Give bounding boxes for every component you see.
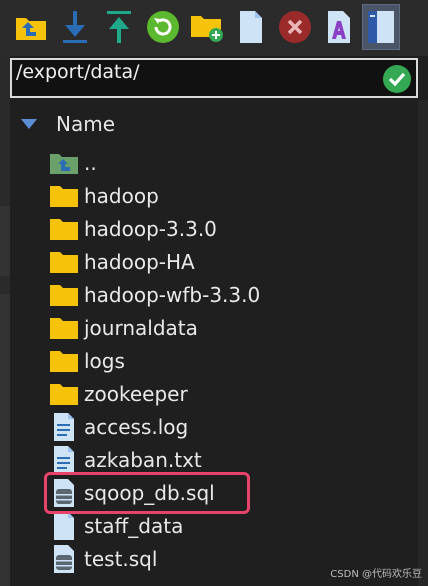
new-folder-button[interactable] <box>188 4 226 50</box>
new-file-icon <box>240 11 262 43</box>
path-bar <box>10 58 418 98</box>
sort-descending-icon <box>21 119 37 129</box>
folder-up-icon <box>16 18 46 40</box>
file-name: test.sql <box>84 546 158 571</box>
file-name: .. <box>84 150 97 175</box>
file-name: zookeeper <box>84 381 188 406</box>
list-item[interactable]: journaldata <box>46 311 416 344</box>
toolbar <box>0 0 428 56</box>
refresh-button[interactable] <box>144 4 182 50</box>
panel-icon <box>368 11 394 43</box>
rename-button[interactable] <box>320 4 358 50</box>
list-item[interactable]: logs <box>46 344 416 377</box>
file-name: hadoop-wfb-3.3.0 <box>84 282 261 307</box>
list-item[interactable]: hadoop <box>46 179 416 212</box>
file-name: hadoop-HA <box>84 249 195 274</box>
column-header-name[interactable]: Name <box>10 104 418 144</box>
folder-icon <box>48 247 80 277</box>
path-input[interactable] <box>12 61 416 83</box>
upload-icon <box>107 11 131 43</box>
download-icon <box>63 11 87 43</box>
list-item[interactable]: hadoop-3.3.0 <box>46 212 416 245</box>
text-file-icon <box>48 445 80 475</box>
delete-button[interactable] <box>276 4 314 50</box>
new-file-button[interactable] <box>232 4 270 50</box>
toggle-panel-button[interactable] <box>362 4 400 50</box>
new-folder-icon <box>191 16 223 42</box>
scrollbar-track[interactable] <box>418 100 428 586</box>
blank-file-icon <box>48 511 80 541</box>
name-column-label: Name <box>56 112 116 136</box>
confirm-path-icon[interactable] <box>382 64 412 94</box>
database-file-icon <box>48 544 80 574</box>
rename-icon <box>328 11 350 43</box>
file-name: logs <box>84 348 125 373</box>
list-item[interactable]: hadoop-wfb-3.3.0 <box>46 278 416 311</box>
upload-button[interactable] <box>100 4 138 50</box>
file-name: journaldata <box>84 315 198 340</box>
refresh-icon <box>147 11 179 43</box>
watermark: CSDN @代码欢乐豆 <box>330 569 422 580</box>
list-item[interactable]: .. <box>46 146 416 179</box>
folder-icon <box>48 181 80 211</box>
file-name: azkaban.txt <box>84 447 202 472</box>
parent-folder-icon <box>48 148 80 178</box>
file-name: hadoop <box>84 183 159 208</box>
folder-icon <box>48 280 80 310</box>
list-item[interactable]: zookeeper <box>46 377 416 410</box>
folder-icon <box>48 379 80 409</box>
folder-icon <box>48 346 80 376</box>
list-item[interactable]: hadoop-HA <box>46 245 416 278</box>
folder-icon <box>48 214 80 244</box>
file-name: access.log <box>84 414 189 439</box>
file-name: staff_data <box>84 513 184 538</box>
folder-up-button[interactable] <box>12 4 50 50</box>
left-pane-edge <box>0 56 10 586</box>
download-button[interactable] <box>56 4 94 50</box>
folder-icon <box>48 313 80 343</box>
text-file-icon <box>48 412 80 442</box>
list-item[interactable]: access.log <box>46 410 416 443</box>
highlight-box <box>44 472 250 514</box>
delete-icon <box>279 11 311 43</box>
file-name: hadoop-3.3.0 <box>84 216 217 241</box>
